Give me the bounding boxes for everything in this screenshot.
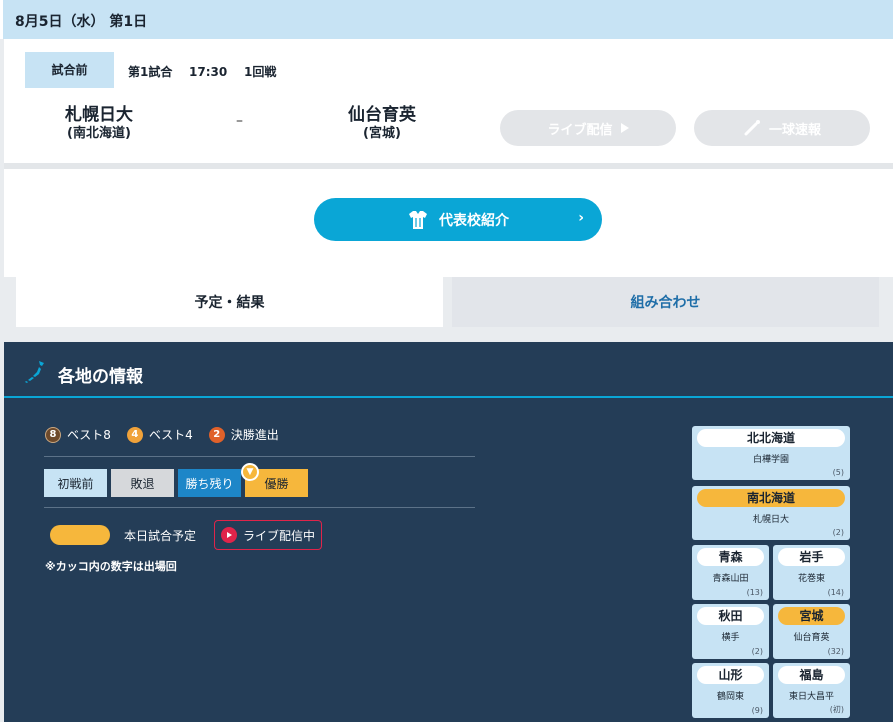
prefecture-school: 白樺学園 (752, 455, 789, 465)
away-team: 仙台育英 (宮城) (332, 105, 432, 143)
legend-best8: 8 ベスト8 (45, 426, 111, 443)
today-live-legend: 本日試合予定 ライブ配信中 (50, 520, 323, 550)
prefecture-name: 宮城 (778, 607, 845, 625)
prefecture-card[interactable]: 岩手 花巻東 (14) (773, 545, 850, 600)
status-pre-game: 初戦前 (44, 469, 107, 497)
away-team-name: 仙台育英 (348, 105, 416, 125)
appearance-count: (2) (751, 647, 763, 656)
score-separator: – (236, 113, 243, 129)
prefecture-name: 北北海道 (697, 429, 845, 447)
prefecture-name: 青森 (697, 548, 764, 566)
today-game-label: 本日試合予定 (124, 528, 197, 543)
prefecture-school: 青森山田 (712, 574, 749, 584)
live-streaming-legend: ライブ配信中 (214, 520, 323, 550)
live-play-icon (221, 527, 238, 543)
pitch-by-pitch-label: 一球速報 (768, 122, 821, 138)
uniform-icon (409, 210, 427, 229)
prefecture-school: 花巻東 (797, 574, 825, 584)
prefecture-name: 岩手 (778, 548, 845, 566)
prefecture-card[interactable]: 宮城 仙台育英 (32) (773, 604, 850, 659)
appearance-count: (14) (827, 588, 844, 597)
representative-schools-button[interactable]: 代表校紹介 › (314, 198, 602, 241)
final-label: 決勝進出 (230, 428, 279, 442)
live-stream-button[interactable]: ライブ配信 (500, 110, 676, 146)
prefecture-name: 南北海道 (697, 489, 845, 507)
appearance-count: (9) (751, 706, 763, 715)
regional-title: 各地の情報 (58, 367, 143, 387)
prefecture-school: 札幌日大 (752, 515, 789, 525)
home-team-region: (南北海道) (67, 126, 131, 141)
today-game-swatch (50, 525, 110, 545)
prefecture-card[interactable]: 北北海道 白樺学園 (5) (692, 426, 850, 480)
representative-schools-label: 代表校紹介 (439, 212, 509, 229)
live-streaming-label: ライブ配信中 (243, 528, 316, 543)
best8-icon: 8 (45, 426, 61, 443)
pitch-by-pitch-button[interactable]: 一球速報 (694, 110, 870, 146)
regional-info-section: 各地の情報 8 ベスト8 4 ベスト4 2 決勝進出 初戦前 敗退 勝ち残り ▼… (4, 342, 893, 722)
best4-icon: 4 (126, 426, 143, 443)
tab-bracket-label: 組み合わせ (630, 295, 701, 311)
bat-icon (744, 120, 760, 136)
home-team-name: 札幌日大 (65, 105, 133, 125)
prefecture-card[interactable]: 山形 鶴岡東 (9) (692, 663, 769, 718)
prefecture-card[interactable]: 青森 青森山田 (13) (692, 545, 769, 600)
prefecture-card[interactable]: 南北海道 札幌日大 (2) (692, 486, 850, 540)
match-status-badge: 試合前 (25, 52, 114, 88)
prefecture-school: 横手 (721, 633, 740, 643)
status-champion-label: 優勝 (264, 476, 289, 491)
appearance-count: (2) (832, 528, 844, 537)
appearance-count: (32) (827, 647, 844, 656)
representative-section: 代表校紹介 › (4, 169, 893, 277)
appearance-note: ※カッコ内の数字は出場回 (45, 560, 177, 573)
play-icon (620, 123, 629, 133)
live-stream-label: ライブ配信 (547, 122, 613, 138)
match-card[interactable]: 試合前 第1試合 17:30 1回戦 札幌日大 (南北海道) – 仙台育英 (宮… (4, 39, 893, 163)
japan-map-icon (25, 361, 44, 383)
trophy-icon: ▼ (241, 463, 259, 481)
match-info: 第1試合 17:30 1回戦 (128, 65, 277, 79)
legend-divider-2 (44, 507, 475, 508)
status-legend: 初戦前 敗退 勝ち残り ▼ 優勝 (44, 463, 308, 497)
legend-best4: 4 ベスト4 (126, 426, 193, 443)
legend-divider (44, 456, 475, 457)
best4-label: ベスト4 (148, 428, 193, 442)
tab-schedule-label: 予定・結果 (194, 295, 265, 311)
prefecture-card[interactable]: 秋田 横手 (2) (692, 604, 769, 659)
chevron-right-icon: › (578, 210, 584, 226)
home-team: 札幌日大 (南北海道) (49, 105, 149, 143)
prefecture-school: 仙台育英 (793, 633, 830, 643)
appearance-count: (初) (829, 705, 844, 714)
legend-final: 2 決勝進出 (208, 426, 279, 443)
date-text: 8月5日（水） 第1日 (15, 14, 148, 30)
best8-label: ベスト8 (67, 428, 111, 442)
date-header: 8月5日（水） 第1日 (0, 0, 893, 39)
final-icon: 2 (208, 426, 225, 443)
prefecture-name: 福島 (778, 666, 845, 684)
away-team-region: (宮城) (363, 126, 401, 141)
status-champion: ▼ 優勝 (241, 463, 308, 497)
appearance-count: (5) (832, 468, 844, 477)
tab-schedule-results[interactable]: 予定・結果 (16, 277, 443, 327)
status-remaining: 勝ち残り (178, 469, 241, 497)
prefecture-card[interactable]: 福島 東日大昌平 (初) (773, 663, 850, 718)
prefecture-school: 鶴岡東 (716, 692, 744, 702)
status-eliminated: 敗退 (111, 469, 174, 497)
round-legend: 8 ベスト8 4 ベスト4 2 決勝進出 (45, 426, 279, 443)
appearance-count: (13) (746, 588, 763, 597)
prefecture-name: 秋田 (697, 607, 764, 625)
tab-bracket[interactable]: 組み合わせ (452, 277, 879, 327)
tab-bar: 予定・結果 組み合わせ (4, 277, 893, 342)
regional-header: 各地の情報 (4, 342, 893, 398)
prefecture-name: 山形 (697, 666, 764, 684)
prefecture-school: 東日大昌平 (788, 692, 834, 702)
